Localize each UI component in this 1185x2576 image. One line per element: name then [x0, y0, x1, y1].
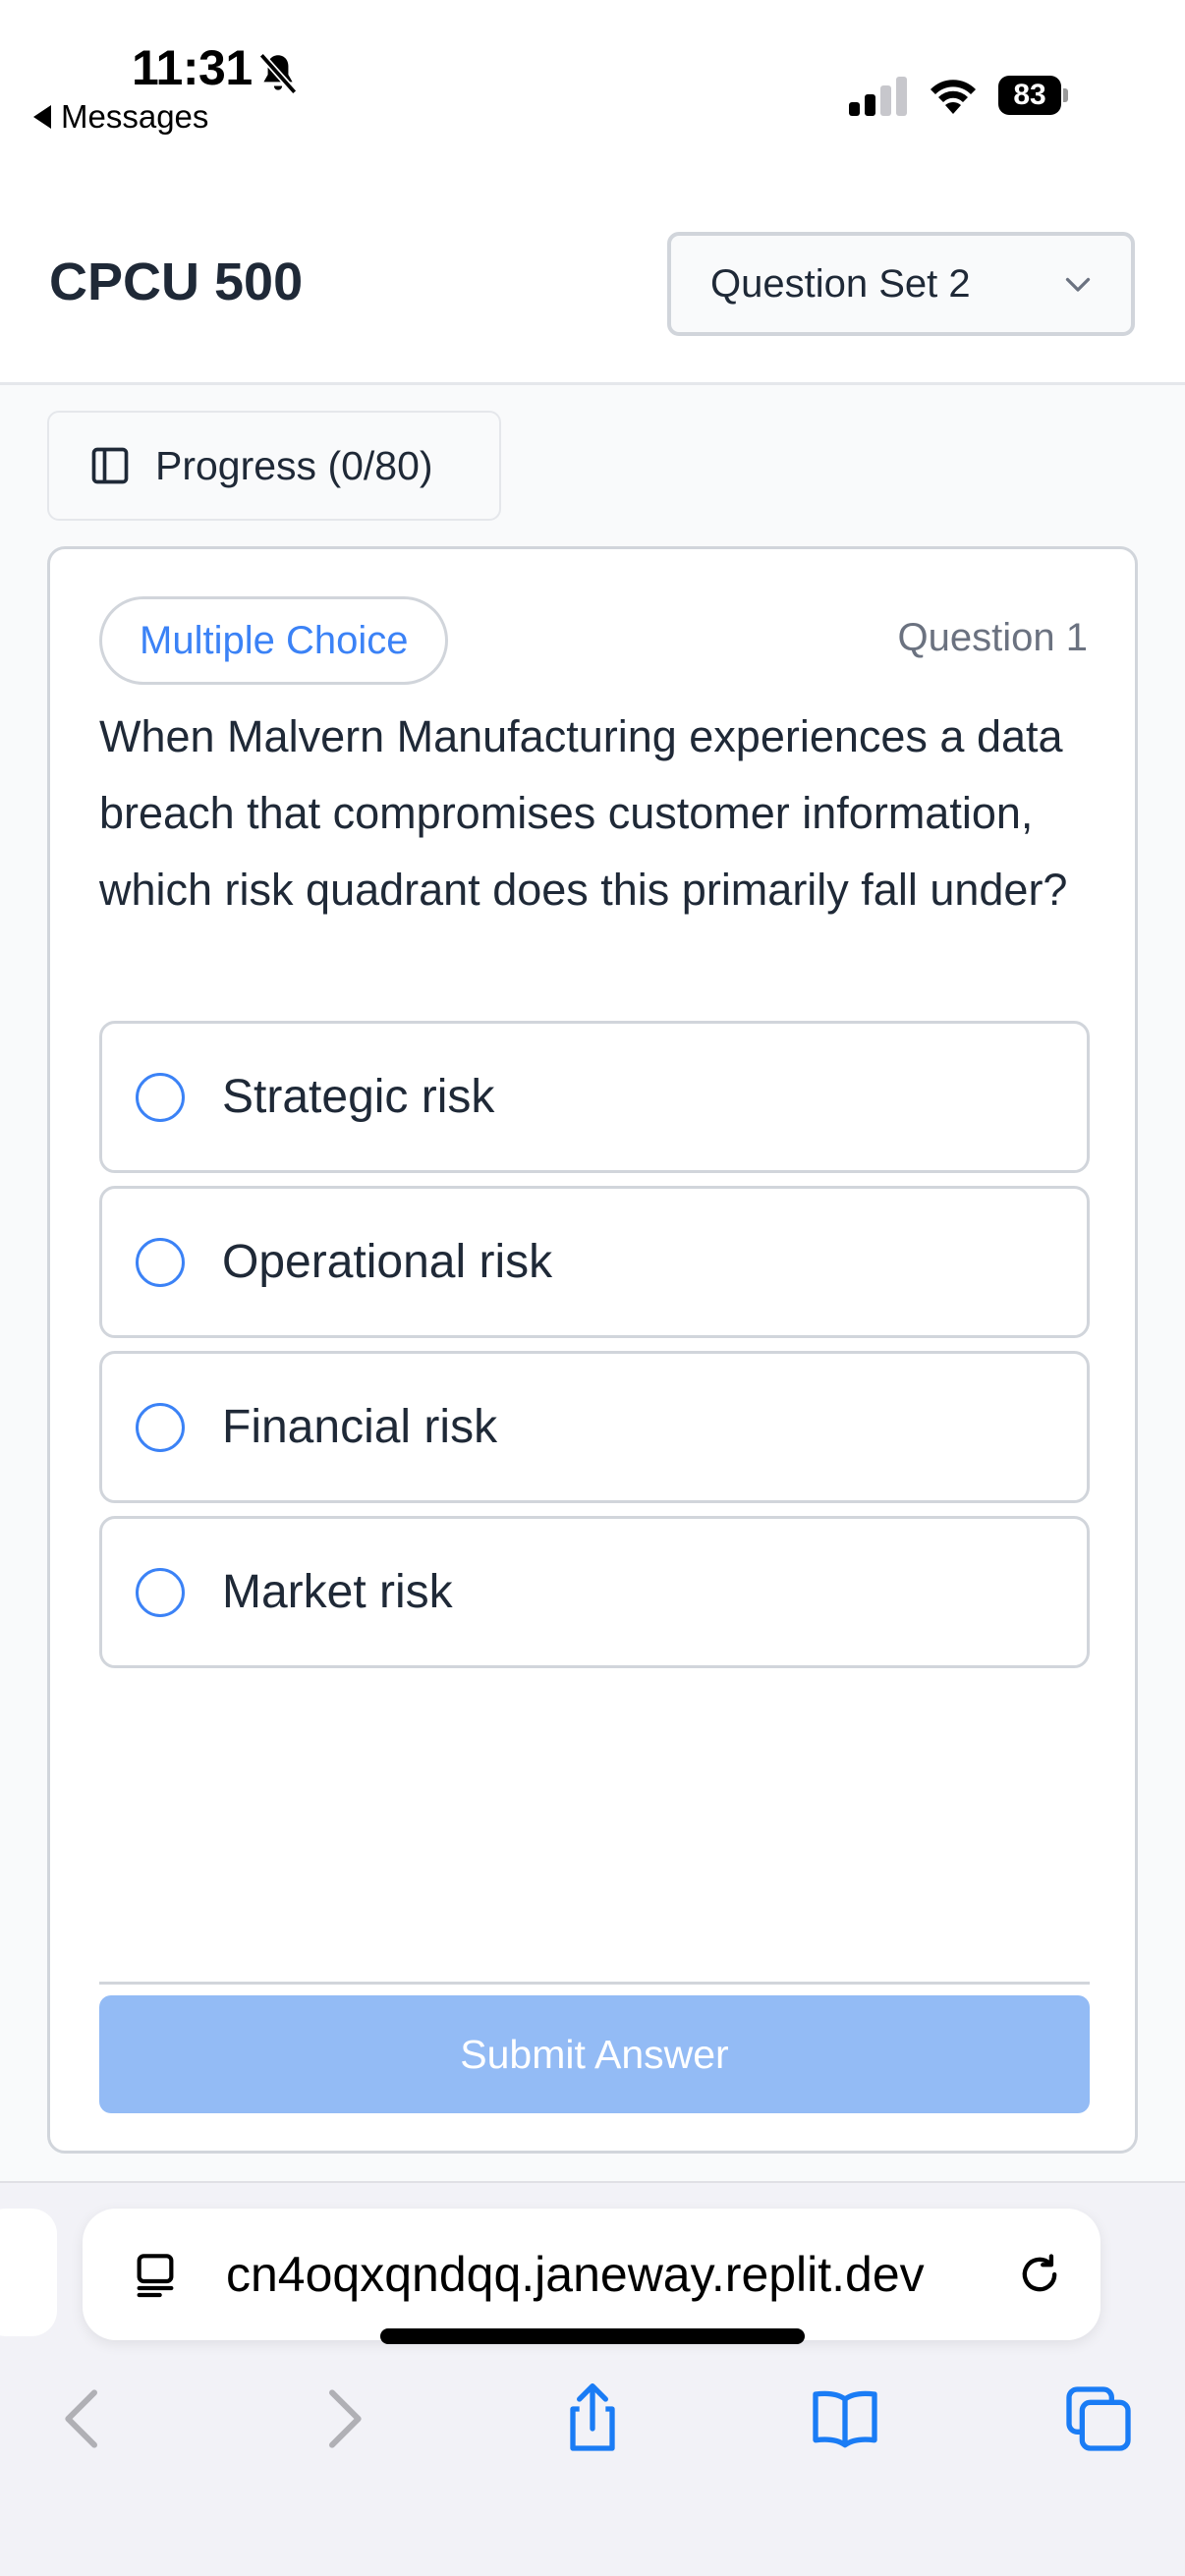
- tabs-icon[interactable]: [1059, 2380, 1138, 2458]
- bookmarks-icon[interactable]: [806, 2380, 884, 2458]
- answer-option-label: Strategic risk: [222, 1071, 495, 1123]
- answer-option[interactable]: Financial risk: [99, 1351, 1090, 1503]
- home-indicator: [380, 2328, 805, 2344]
- answer-option-label: Operational risk: [222, 1236, 553, 1288]
- question-set-select[interactable]: Question Set 2: [667, 232, 1135, 336]
- back-triangle-icon: [33, 105, 51, 129]
- page: 11:31 Messages 83 CPCU 500 Question Set …: [0, 0, 1185, 2576]
- previous-tab-peek[interactable]: [0, 2209, 57, 2336]
- sidebar-panel-icon: [91, 447, 129, 484]
- question-text: When Malvern Manufacturing experiences a…: [99, 711, 1068, 915]
- signal-icon: [849, 77, 907, 116]
- address-bar[interactable]: cn4oqxqndqq.janeway.replit.dev: [83, 2209, 1100, 2340]
- radio-button[interactable]: [136, 1237, 185, 1287]
- main-content: Progress (0/80) Multiple Choice Question…: [0, 385, 1185, 2181]
- forward-icon[interactable]: [303, 2380, 381, 2458]
- radio-button[interactable]: [136, 1402, 185, 1452]
- progress-label: Progress (0/80): [155, 442, 433, 488]
- card-divider: [99, 1982, 1090, 1985]
- answer-option-label: Market risk: [222, 1566, 453, 1618]
- question-type-badge: Multiple Choice: [99, 596, 449, 685]
- back-app-label: Messages: [61, 98, 209, 135]
- status-bar: 11:31 Messages 83: [0, 0, 1185, 177]
- bell-slash-icon: [258, 52, 298, 95]
- question-set-value: Question Set 2: [710, 261, 971, 306]
- url-text: cn4oqxqndqq.janeway.replit.dev: [226, 2247, 925, 2302]
- answer-option-label: Financial risk: [222, 1401, 498, 1453]
- app-title: CPCU 500: [49, 252, 304, 311]
- page-menu-icon[interactable]: [128, 2247, 183, 2302]
- question-card: Multiple Choice Question 1 When Malvern …: [47, 546, 1138, 2154]
- chevron-down-icon: [1065, 277, 1091, 292]
- question-number: Question 1: [897, 616, 1088, 659]
- submit-answer-button[interactable]: Submit Answer: [99, 1995, 1090, 2113]
- back-icon[interactable]: [45, 2380, 124, 2458]
- radio-button[interactable]: [136, 1072, 185, 1122]
- browser-toolbar: [0, 2380, 1185, 2488]
- browser-bottom-bar: cn4oqxqndqq.janeway.replit.dev: [0, 2181, 1185, 2576]
- radio-button[interactable]: [136, 1567, 185, 1617]
- status-time: 11:31: [132, 40, 253, 95]
- wifi-icon: [931, 80, 976, 114]
- reload-icon[interactable]: [1014, 2249, 1065, 2300]
- battery-tip: [1063, 88, 1068, 102]
- back-to-messages[interactable]: Messages: [33, 98, 208, 136]
- answer-option[interactable]: Market risk: [99, 1516, 1090, 1668]
- share-icon[interactable]: [553, 2380, 632, 2458]
- answer-option[interactable]: Strategic risk: [99, 1021, 1090, 1173]
- progress-button[interactable]: Progress (0/80): [47, 411, 501, 521]
- battery-level: 83: [998, 76, 1061, 115]
- battery-icon: 83: [998, 76, 1069, 115]
- app-header: CPCU 500 Question Set 2: [0, 177, 1185, 385]
- answer-options: Strategic risk Operational risk Financia…: [99, 1021, 1090, 1681]
- answer-option[interactable]: Operational risk: [99, 1186, 1090, 1338]
